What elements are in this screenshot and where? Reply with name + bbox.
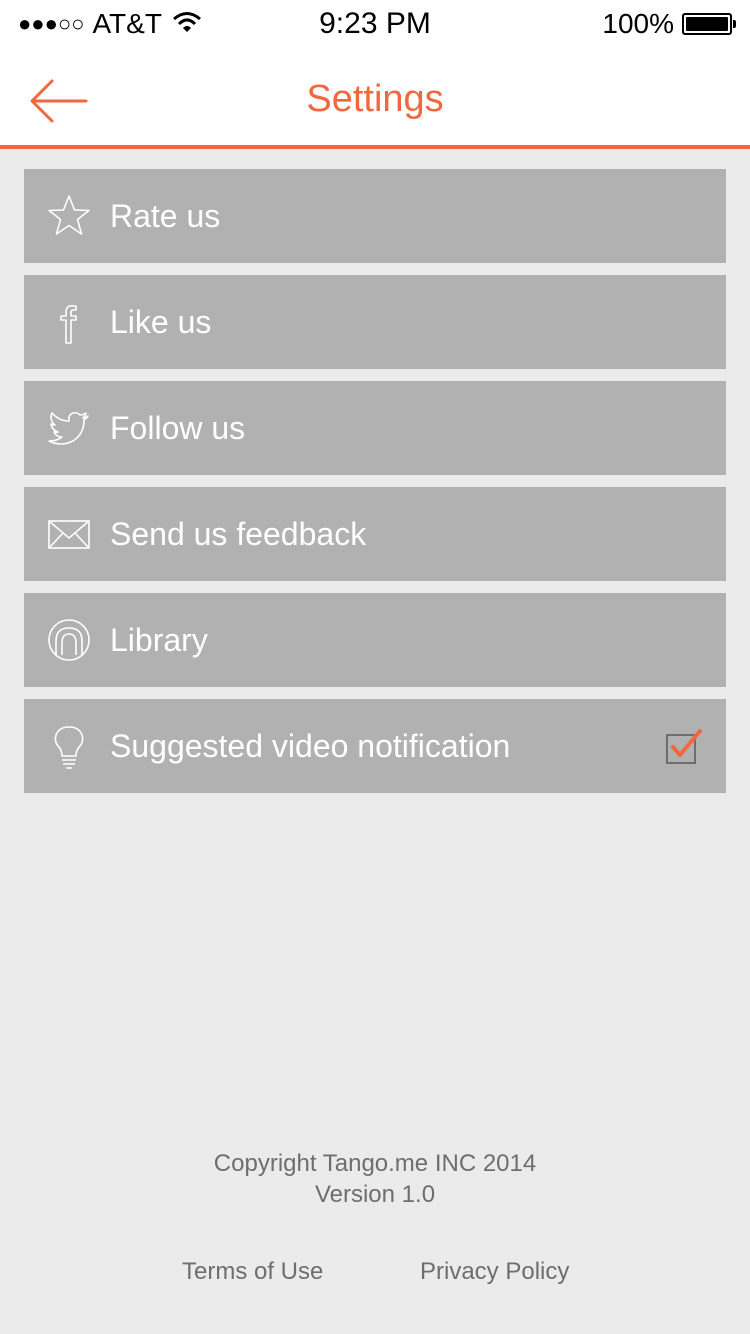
menu-item-label: Like us — [110, 304, 212, 340]
menu-item-like-us[interactable]: Like us — [24, 275, 726, 369]
version-text: Version 1.0 — [314, 1181, 436, 1208]
terms-of-use-link[interactable]: Terms of Use — [182, 1258, 323, 1286]
library-icon — [48, 619, 90, 661]
page-title: Settings — [306, 78, 444, 120]
settings-menu: Rate us Like us Follow us Send us feedba… — [24, 169, 726, 805]
menu-item-rate-us[interactable]: Rate us — [24, 169, 726, 263]
envelope-icon — [48, 520, 90, 549]
menu-item-library[interactable]: Library — [24, 593, 726, 687]
notification-checkbox[interactable] — [664, 727, 704, 767]
menu-item-label: Library — [110, 622, 208, 658]
lightbulb-icon — [54, 726, 84, 769]
star-icon — [48, 195, 90, 235]
battery-percent: 100% — [602, 8, 674, 39]
twitter-icon — [48, 411, 89, 445]
battery-icon — [682, 13, 736, 35]
footer-links: Terms of Use Privacy Policy — [0, 1258, 750, 1292]
privacy-policy-link[interactable]: Privacy Policy — [420, 1258, 569, 1286]
status-right: 100% — [602, 8, 736, 40]
navigation-bar: Settings — [0, 48, 750, 149]
menu-item-label: Suggested video notification — [110, 728, 511, 764]
menu-item-suggested-video-notification[interactable]: Suggested video notification — [24, 699, 726, 793]
menu-item-label: Follow us — [110, 410, 246, 446]
menu-item-label: Send us feedback — [110, 516, 367, 552]
menu-item-follow-us[interactable]: Follow us — [24, 381, 726, 475]
menu-item-label: Rate us — [110, 198, 221, 234]
status-bar: ●●●○○ AT&T 9:23 PM 100% — [0, 0, 750, 48]
copyright-text: Copyright Tango.me INC 2014 — [213, 1150, 537, 1177]
menu-item-send-feedback[interactable]: Send us feedback — [24, 487, 726, 581]
battery-fill — [686, 17, 728, 31]
facebook-icon — [60, 305, 77, 344]
